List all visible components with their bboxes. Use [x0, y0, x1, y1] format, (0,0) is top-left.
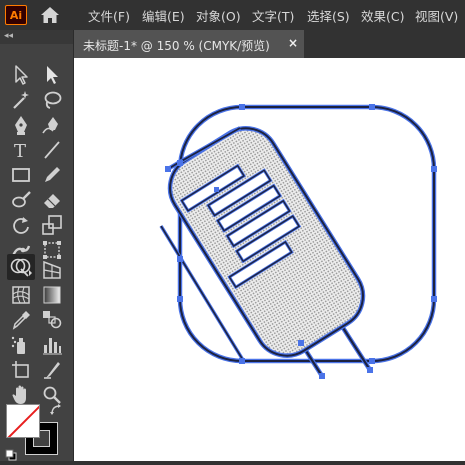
- artboard-canvas[interactable]: [74, 58, 465, 461]
- swap-fill-stroke-icon[interactable]: [49, 402, 63, 416]
- tools-panel: ◂◂ T: [0, 30, 74, 461]
- shape-builder-tool-icon[interactable]: [7, 254, 35, 280]
- menu-type[interactable]: 文字(T): [252, 6, 294, 25]
- artboard-tool-icon[interactable]: [9, 358, 33, 382]
- menu-object[interactable]: 对象(O): [196, 6, 241, 25]
- menu-effect[interactable]: 效果(C): [361, 6, 404, 25]
- blend-tool-icon[interactable]: [40, 308, 64, 332]
- fill-swatch[interactable]: [6, 404, 40, 438]
- home-icon[interactable]: [38, 4, 62, 26]
- gradient-tool-icon[interactable]: [40, 283, 64, 307]
- menu-bar: Ai 文件(F) 编辑(E) 对象(O) 文字(T) 选择(S) 效果(C) 视…: [0, 0, 465, 30]
- menu-file[interactable]: 文件(F): [88, 6, 130, 25]
- scale-tool-icon[interactable]: [40, 213, 64, 237]
- menu-edit[interactable]: 编辑(E): [142, 6, 185, 25]
- toolbar-collapse-button[interactable]: ◂◂: [0, 30, 73, 44]
- menu-view[interactable]: 视图(V): [415, 6, 458, 25]
- perspective-grid-tool-icon[interactable]: [40, 258, 64, 282]
- curvature-tool-icon[interactable]: [40, 113, 64, 137]
- eraser-tool-icon[interactable]: [40, 188, 64, 212]
- line-segment-tool-icon[interactable]: [40, 138, 64, 162]
- default-colors-icon[interactable]: [5, 446, 17, 461]
- type-tool-icon[interactable]: T: [9, 138, 33, 162]
- rectangle-tool-icon[interactable]: [9, 163, 33, 187]
- direct-selection-tool-icon[interactable]: [40, 63, 64, 87]
- rotate-tool-icon[interactable]: [9, 213, 33, 237]
- column-graph-tool-icon[interactable]: [40, 333, 64, 357]
- magic-wand-tool-icon[interactable]: [9, 88, 33, 112]
- symbol-sprayer-tool-icon[interactable]: [9, 333, 33, 357]
- document-tab[interactable]: 未标题-1* @ 150 % (CMYK/预览) ×: [74, 30, 304, 58]
- artwork: [159, 104, 437, 379]
- document-tab-title: 未标题-1* @ 150 % (CMYK/预览): [83, 39, 270, 53]
- svg-text:T: T: [14, 141, 26, 162]
- eyedropper-tool-icon[interactable]: [9, 308, 33, 332]
- close-tab-button[interactable]: ×: [288, 36, 298, 50]
- menu-select[interactable]: 选择(S): [307, 6, 350, 25]
- app-logo: Ai: [5, 5, 27, 25]
- slice-tool-icon[interactable]: [40, 358, 64, 382]
- pencil-tool-icon[interactable]: [40, 163, 64, 187]
- pen-tool-icon[interactable]: [9, 113, 33, 137]
- lasso-tool-icon[interactable]: [40, 88, 64, 112]
- blob-brush-tool-icon[interactable]: [9, 188, 33, 212]
- selection-tool-icon[interactable]: [9, 63, 33, 87]
- mesh-tool-icon[interactable]: [9, 283, 33, 307]
- document-tab-bar: 未标题-1* @ 150 % (CMYK/预览) ×: [74, 30, 465, 58]
